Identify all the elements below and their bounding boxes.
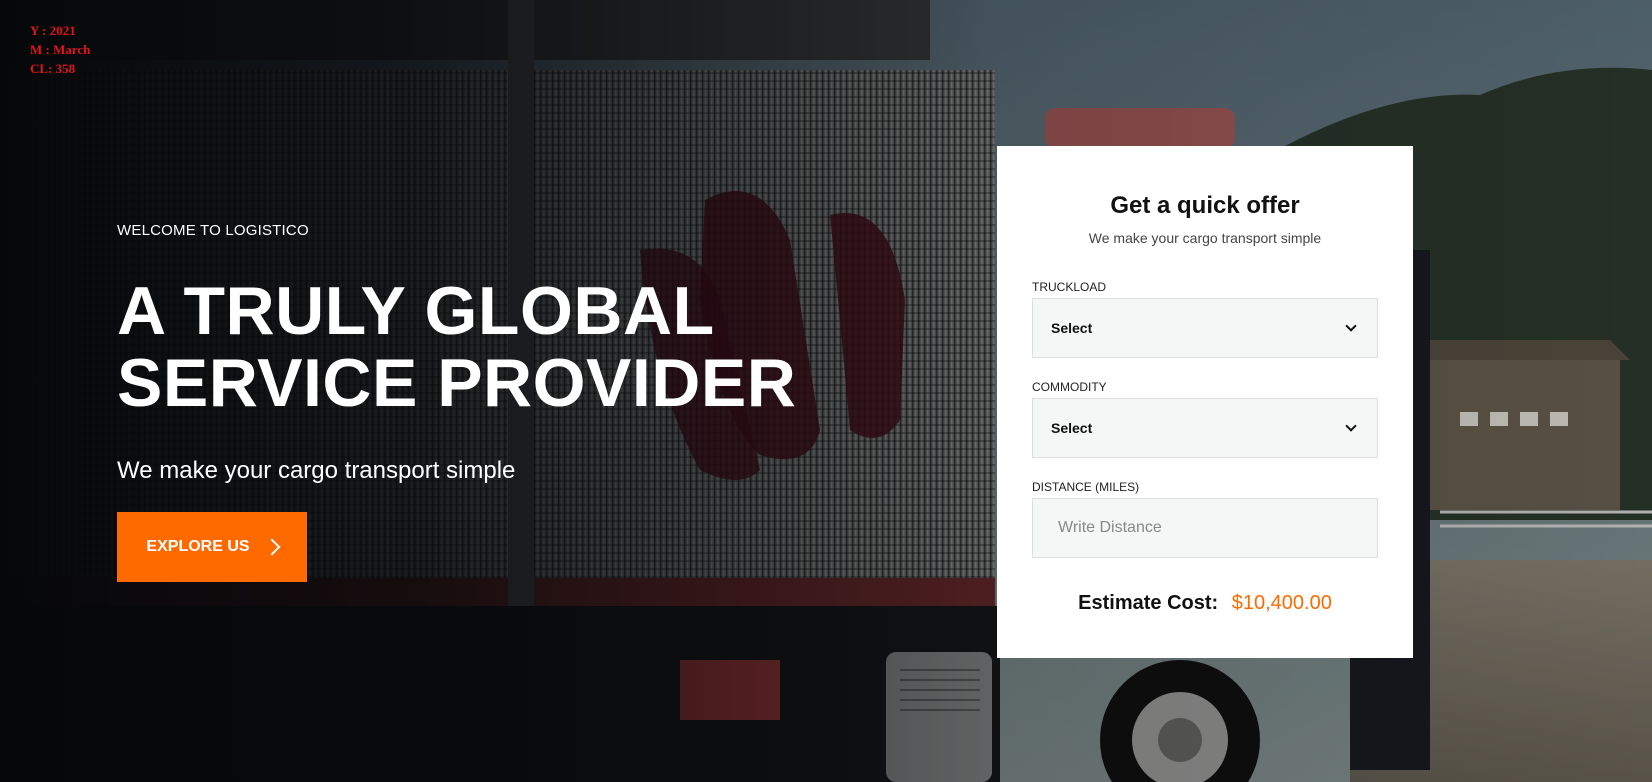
commodity-selected-value: Select xyxy=(1051,420,1093,436)
truckload-select[interactable]: Select xyxy=(1032,298,1378,358)
stamp-year: Y : 2021 xyxy=(30,23,76,38)
estimate-label: Estimate Cost: xyxy=(1078,592,1219,614)
hero-headline: A TRULY GLOBAL SERVICE PROVIDER xyxy=(117,275,796,419)
truckload-field-group: TRUCKLOAD Select xyxy=(1032,280,1378,358)
hero-subline: We make your cargo transport simple xyxy=(117,457,516,484)
chevron-right-icon xyxy=(263,538,281,556)
hero-eyebrow: WELCOME TO LOGISTICO xyxy=(117,222,309,239)
commodity-label: COMMODITY xyxy=(1032,380,1107,394)
hero-copy: WELCOME TO LOGISTICO A TRULY GLOBAL SERV… xyxy=(117,222,796,582)
explore-us-label: EXPLORE US xyxy=(146,538,250,555)
quick-offer-card: Get a quick offer We make your cargo tra… xyxy=(997,146,1413,658)
hero-headline-line2: SERVICE PROVIDER xyxy=(117,345,797,421)
truckload-selected-value: Select xyxy=(1051,320,1093,336)
estimate-cost: Estimate Cost: $10,400.00 xyxy=(1032,592,1378,615)
chevron-down-icon xyxy=(1345,320,1357,332)
explore-us-button[interactable]: EXPLORE US xyxy=(117,512,307,582)
commodity-select[interactable]: Select xyxy=(1032,398,1378,458)
estimate-value: $10,400.00 xyxy=(1231,592,1332,614)
hero-headline-line1: A TRULY GLOBAL xyxy=(117,273,715,349)
stamp-month: M : March xyxy=(30,42,91,57)
chevron-down-icon xyxy=(1345,420,1357,432)
distance-field-group: DISTANCE (MILES) xyxy=(1032,480,1378,558)
card-subtitle: We make your cargo transport simple xyxy=(1088,230,1322,246)
date-stamp: Y : 2021 M : March CL: 358 xyxy=(30,21,90,78)
card-title: Get a quick offer xyxy=(1110,192,1300,219)
truckload-label: TRUCKLOAD xyxy=(1032,280,1107,294)
distance-label: DISTANCE (MILES) xyxy=(1032,480,1140,494)
distance-input[interactable] xyxy=(1032,498,1378,558)
stamp-cl: CL: 358 xyxy=(30,61,76,76)
commodity-field-group: COMMODITY Select xyxy=(1032,380,1378,458)
